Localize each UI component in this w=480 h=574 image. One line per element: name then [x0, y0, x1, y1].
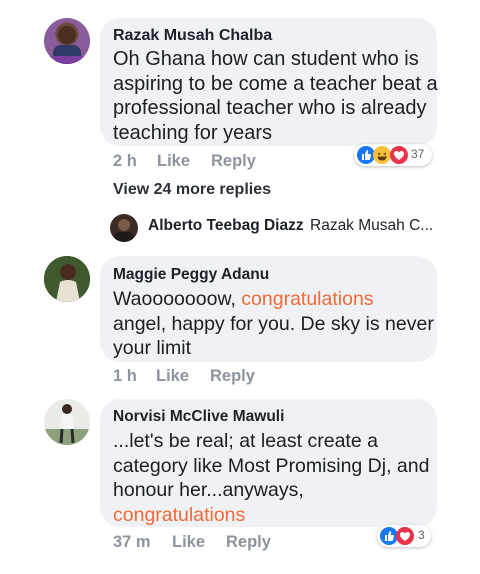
comment-author[interactable]: Maggie Peggy Adanu [113, 266, 269, 284]
comment-line: teaching for years [113, 121, 272, 144]
timestamp: 37 m [113, 533, 151, 551]
reaction-count: 37 [411, 147, 425, 161]
avatar[interactable] [110, 214, 138, 242]
comment-author[interactable]: Norvisi McClive Mawuli [113, 408, 284, 426]
love-reaction-icon [396, 527, 414, 545]
avatar[interactable] [44, 256, 90, 302]
reaction-summary[interactable]: 3 [377, 525, 431, 547]
reply-button[interactable]: Reply [226, 533, 271, 552]
comment-author[interactable]: Razak Musah Chalba [113, 27, 272, 45]
haha-reaction-icon [373, 146, 391, 164]
avatar-photo-icon [115, 219, 133, 242]
avatar-photo-icon [44, 256, 90, 302]
like-button[interactable]: Like [157, 152, 190, 171]
hashtag-highlight[interactable]: congratulations [241, 288, 373, 310]
comment-text: Oh Ghana how can student who is aspiring… [113, 47, 438, 145]
comment-text: ...let's be real; at least create a cate… [113, 429, 429, 527]
comment-line-part: Waooooooow, [113, 288, 242, 310]
reaction-summary[interactable]: 37 [354, 144, 432, 166]
reply-button[interactable]: Reply [210, 367, 255, 386]
clipped-previous-text: ‾ ‾ ‾‾‾‾ ‾‾‾‾‾ [150, 0, 218, 8]
comment-text: Waooooooow, congratulations angel, happy… [113, 287, 434, 361]
timestamp: 1 h [113, 367, 137, 385]
love-reaction-icon [390, 146, 408, 164]
reaction-count: 3 [418, 528, 425, 542]
avatar[interactable] [44, 18, 90, 64]
avatar-photo-icon [44, 26, 90, 64]
comment-line: honour her...anyways, [113, 479, 304, 501]
comment-line: ...let's be real; at least create a [113, 430, 378, 452]
comment-line: Waooooooow, congratulations [113, 287, 434, 312]
comment-line: aspiring to be come a teacher beat a [113, 72, 438, 95]
timestamp: 2 h [113, 152, 137, 170]
avatar-photo-icon [44, 404, 90, 445]
comment-line: professional teacher who is already [113, 97, 427, 119]
like-button[interactable]: Like [172, 533, 205, 552]
comment-line: Oh Ghana how can student who is [113, 48, 419, 70]
reply-button[interactable]: Reply [211, 152, 256, 171]
view-more-replies-link[interactable]: View 24 more replies [113, 181, 271, 199]
comment-line: your limit [113, 337, 192, 359]
comment-line: category like Most Promising Dj, and [113, 454, 430, 477]
comment-line: angel, happy for you. De sky is never [113, 312, 434, 335]
reply-preview-text[interactable]: Razak Musah C... [310, 217, 433, 235]
reply-author[interactable]: Alberto Teebag Diazz [148, 217, 304, 235]
avatar[interactable] [44, 399, 90, 445]
like-button[interactable]: Like [156, 367, 189, 386]
hashtag-highlight[interactable]: congratulations [113, 503, 429, 528]
